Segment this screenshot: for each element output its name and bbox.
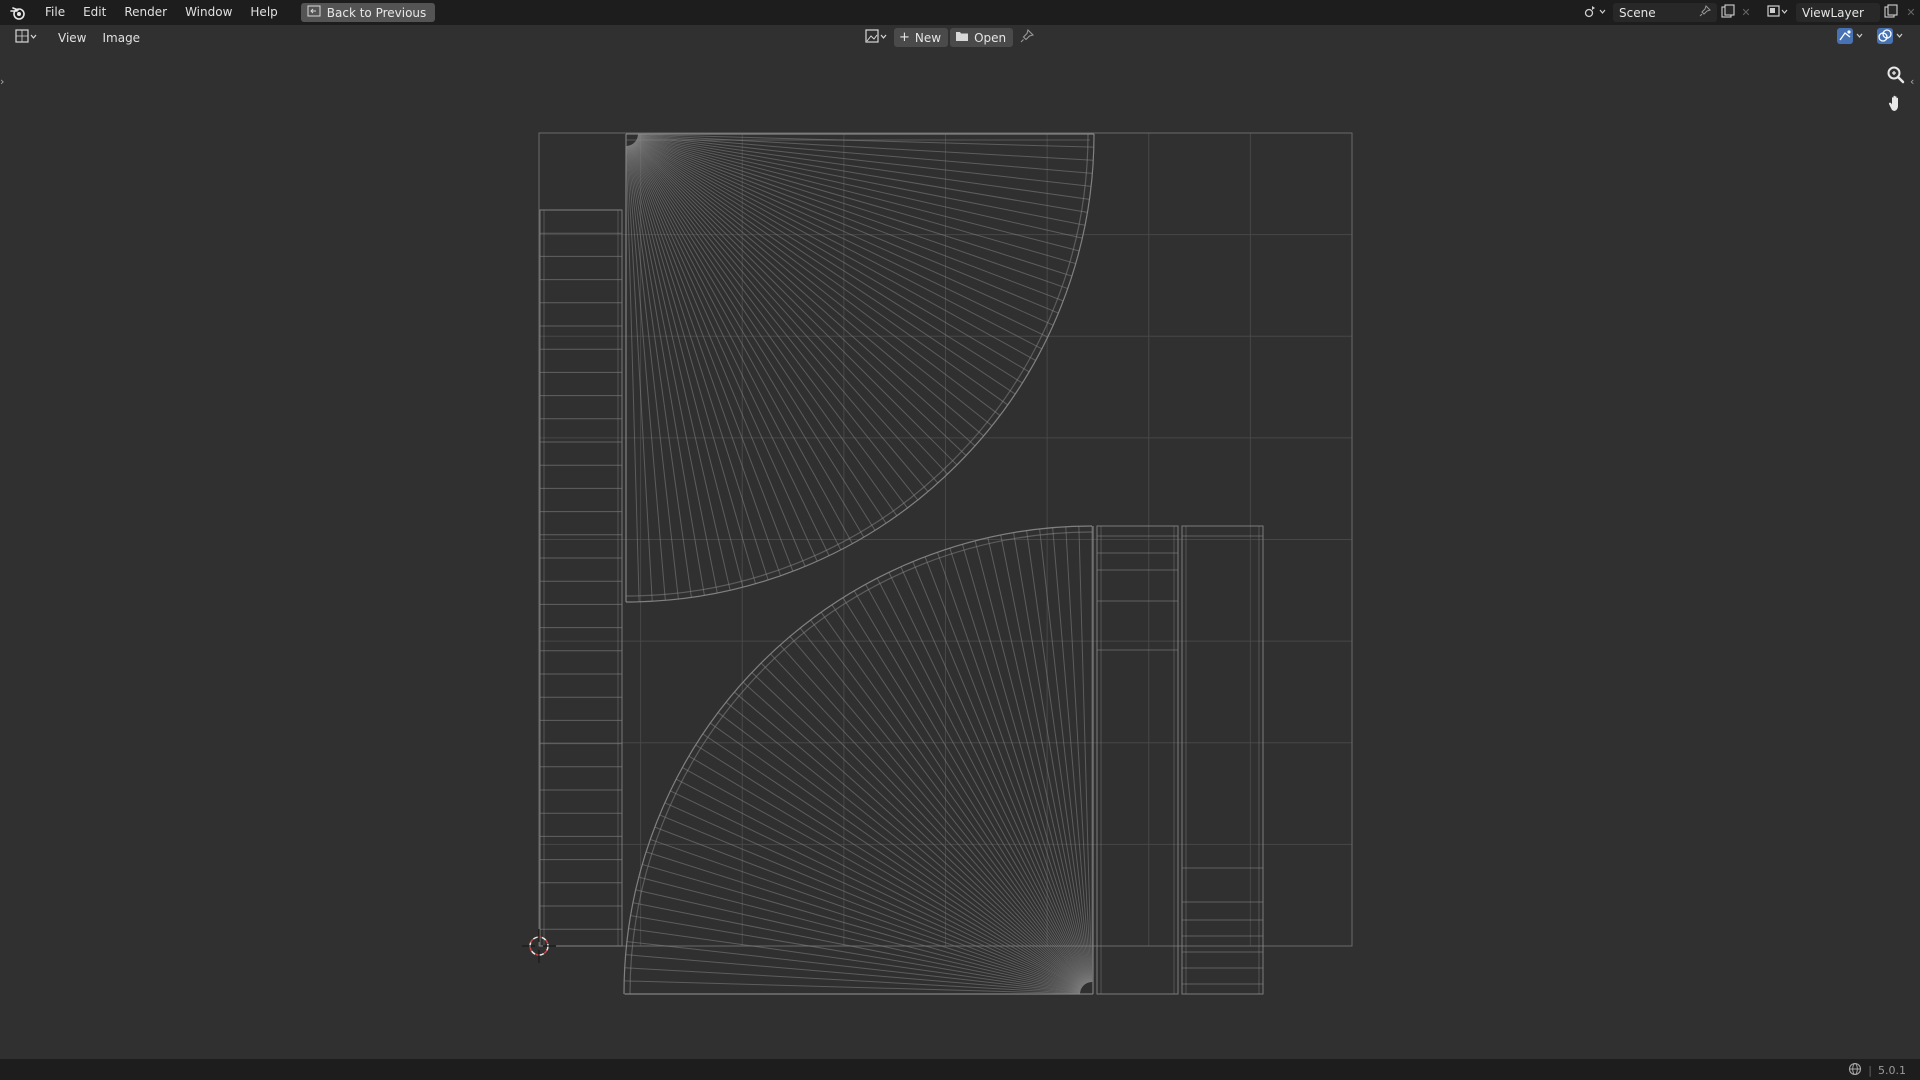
menu-render[interactable]: Render: [115, 0, 176, 25]
folder-icon: [955, 30, 969, 45]
uv-sync-icon: [1836, 28, 1866, 47]
pin-icon: [1020, 28, 1035, 46]
copy-icon: [1884, 4, 1898, 21]
delete-view-layer-button[interactable]: ✕: [1902, 6, 1920, 19]
blender-logo-icon[interactable]: [0, 0, 36, 25]
new-image-label: New: [914, 30, 942, 45]
new-image-button[interactable]: + New: [894, 28, 949, 47]
scene-name: Scene: [1619, 5, 1656, 20]
open-image-button[interactable]: Open: [950, 28, 1014, 47]
back-to-previous-label: Back to Previous: [326, 5, 427, 20]
editor-type-icon: [12, 29, 38, 46]
view-layer-selector[interactable]: [1763, 4, 1793, 21]
status-bar: | 5.0.1: [0, 1059, 1920, 1080]
uv-sync-toggle[interactable]: [1834, 28, 1868, 47]
image-browse-button[interactable]: [864, 28, 892, 47]
top-bar: File Edit Render Window Help Back to Pre…: [0, 0, 1920, 25]
pin-icon[interactable]: [1699, 5, 1711, 20]
new-scene-button[interactable]: [1717, 4, 1739, 21]
uv-editor-viewport[interactable]: › ‹: [0, 50, 1920, 1059]
view-layer-icon: [1767, 4, 1789, 21]
scene-name-field[interactable]: Scene: [1613, 3, 1717, 22]
version-info: | 5.0.1: [1848, 1062, 1906, 1079]
close-icon: ✕: [1741, 6, 1751, 19]
menu-view[interactable]: View: [50, 31, 94, 45]
scene-icon: [1584, 4, 1606, 21]
uv-canvas[interactable]: [0, 50, 1920, 1059]
editor-type-selector[interactable]: [8, 29, 42, 46]
delete-scene-button[interactable]: ✕: [1739, 6, 1753, 19]
version-separator: |: [1868, 1064, 1872, 1077]
close-icon: ✕: [1906, 6, 1916, 19]
open-image-label: Open: [974, 30, 1007, 45]
uv-mesh: [539, 133, 1264, 995]
menu-window[interactable]: Window: [176, 0, 241, 25]
back-icon: [307, 5, 321, 20]
version-number: 5.0.1: [1878, 1064, 1906, 1077]
back-to-previous-button[interactable]: Back to Previous: [300, 3, 436, 22]
image-icon: [865, 29, 891, 46]
view-layer-name: ViewLayer: [1802, 5, 1864, 20]
menu-help[interactable]: Help: [241, 0, 286, 25]
menu-edit[interactable]: Edit: [74, 0, 115, 25]
scene-selector[interactable]: [1580, 4, 1610, 21]
globe-icon[interactable]: [1848, 1062, 1862, 1079]
new-view-layer-button[interactable]: [1880, 4, 1902, 21]
copy-icon: [1721, 4, 1735, 21]
editor-header: View Image + New Open: [0, 25, 1920, 50]
menu-image[interactable]: Image: [94, 31, 148, 45]
overlay-toggle[interactable]: [1874, 28, 1908, 47]
plus-icon: +: [899, 30, 910, 45]
overlay-icon: [1876, 28, 1906, 47]
view-layer-name-field[interactable]: ViewLayer: [1796, 3, 1880, 22]
menu-file[interactable]: File: [36, 0, 74, 25]
pin-image-button[interactable]: [1015, 28, 1039, 47]
